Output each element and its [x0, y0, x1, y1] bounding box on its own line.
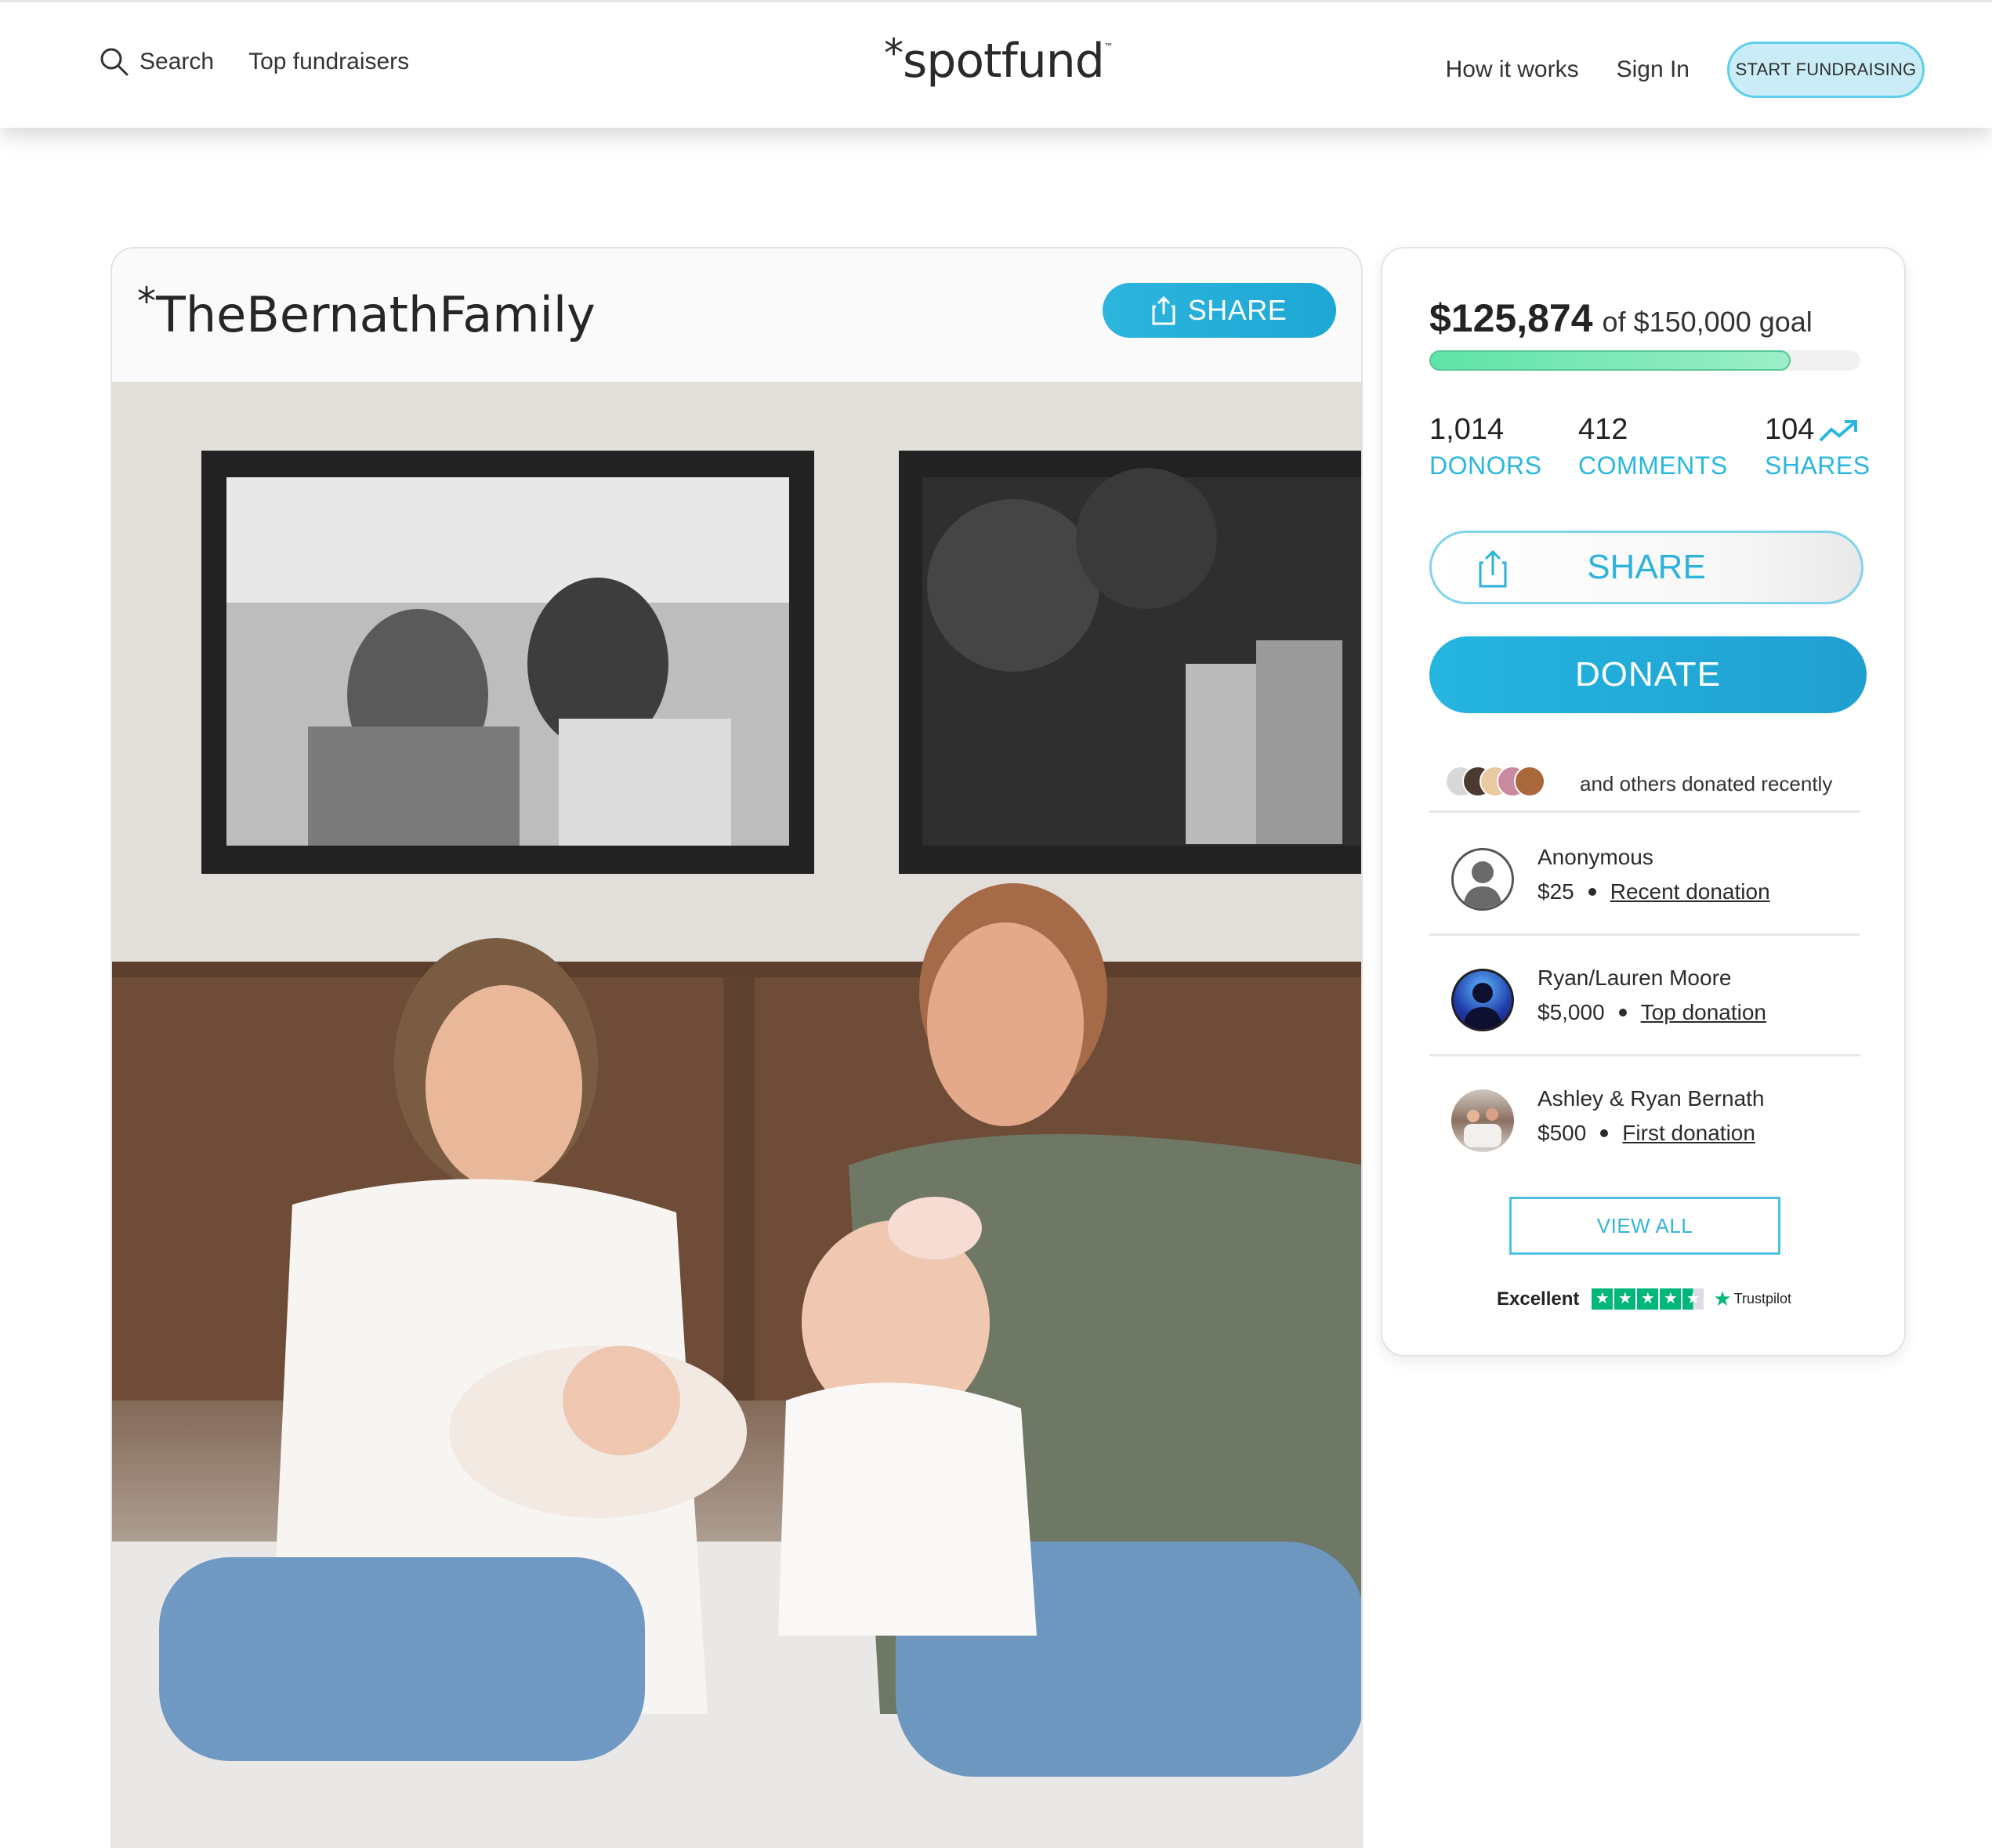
stat-comments[interactable]: 412 COMMENTS	[1578, 413, 1728, 480]
trustpilot-rating-text: Excellent	[1497, 1288, 1580, 1310]
sidebar-share-label: SHARE	[1587, 548, 1706, 586]
donor-name: Anonymous	[1537, 845, 1653, 869]
donors-label: DONORS	[1429, 451, 1542, 480]
star-icon: ★	[1614, 1288, 1636, 1310]
donation-amount: $5,000	[1537, 1000, 1605, 1024]
amount-raised: $125,874 of $150,000 goal	[1429, 295, 1813, 341]
donation-tag-link[interactable]: Recent donation	[1610, 879, 1770, 904]
header-right-nav: How it works Sign In START FUNDRAISING	[1446, 42, 1925, 98]
family-photo-illustration	[112, 382, 1361, 1848]
donation-details: $25 Recent donation	[1537, 879, 1770, 904]
raised-amount: $125,874	[1429, 296, 1593, 340]
star-icon: ★	[1592, 1288, 1614, 1310]
start-fundraising-button[interactable]: START FUNDRAISING	[1727, 42, 1925, 98]
separator-dot	[1588, 888, 1596, 896]
half-star-icon: ★	[1682, 1288, 1704, 1310]
campaign-share-label: SHARE	[1187, 294, 1288, 326]
comments-count: 412	[1578, 413, 1628, 446]
header-left-nav: Search Top fundraisers	[99, 46, 409, 78]
logo-star: *	[884, 31, 904, 76]
logo-trademark: ™	[1103, 42, 1114, 53]
stat-donors[interactable]: 1,014 DONORS	[1429, 413, 1541, 480]
search-link[interactable]: Search	[99, 46, 214, 78]
shares-label: SHARES	[1765, 451, 1871, 480]
donor-name: Ashley & Ryan Bernath	[1537, 1086, 1765, 1111]
goal-text: of $150,000 goal	[1602, 306, 1813, 338]
progress-bar	[1429, 350, 1860, 371]
top-fundraisers-link[interactable]: Top fundraisers	[248, 49, 409, 75]
recent-donors-text: and others donated recently	[1580, 772, 1833, 795]
separator-dot	[1600, 1129, 1609, 1137]
trustpilot-star-icon: ★	[1713, 1287, 1732, 1310]
donation-amount: $25	[1537, 879, 1574, 904]
donation-tag-link[interactable]: Top donation	[1641, 1000, 1766, 1025]
campaign-card: *TheBernathFamily SHARE	[110, 247, 1363, 1848]
campaign-share-button[interactable]: SHARE	[1103, 283, 1336, 338]
silhouette-avatar	[1451, 969, 1514, 1031]
site-header: Search Top fundraisers *spotfund™ How it…	[0, 0, 1992, 128]
search-icon	[100, 48, 129, 76]
spotfund-logo[interactable]: *spotfund™	[884, 31, 1114, 89]
donor-name: Ryan/Lauren Moore	[1537, 966, 1732, 990]
separator-dot	[1618, 1009, 1627, 1016]
donation-item: Ashley & Ryan Bernath $500 First donatio…	[1429, 1056, 1860, 1177]
logo-text: spotfund	[903, 34, 1105, 89]
family-photo-avatar	[1451, 1089, 1514, 1152]
view-all-button[interactable]: VIEW ALL	[1509, 1197, 1780, 1255]
donation-details: $500 First donation	[1537, 1121, 1755, 1146]
campaign-title-text: TheBernathFamily	[156, 286, 596, 343]
default-avatar	[1451, 848, 1514, 911]
shares-count: 104	[1765, 413, 1815, 446]
title-star: *	[137, 280, 156, 324]
progress-fill	[1429, 350, 1791, 371]
donate-button[interactable]: DONATE	[1429, 636, 1867, 713]
comments-label: COMMENTS	[1578, 451, 1728, 480]
donation-item: Anonymous $25 Recent donation	[1429, 815, 1860, 936]
star-icon: ★	[1637, 1288, 1659, 1310]
recent-donors-row[interactable]: and others donated recently	[1429, 766, 1860, 813]
donation-sidebar: $125,874 of $150,000 goal 1,014 DONORS 4…	[1381, 247, 1906, 1357]
sidebar-share-button[interactable]: SHARE	[1429, 531, 1863, 604]
donation-amount: $500	[1537, 1121, 1587, 1145]
trustpilot-name: Trustpilot	[1733, 1291, 1792, 1306]
donation-tag-link[interactable]: First donation	[1622, 1121, 1755, 1146]
campaign-title: *TheBernathFamily	[137, 280, 596, 343]
search-label: Search	[139, 49, 215, 74]
avatar	[1514, 766, 1545, 797]
stats-row: 1,014 DONORS 412 COMMENTS 104 SHARES	[1429, 413, 1871, 491]
star-icon: ★	[1660, 1288, 1682, 1310]
sign-in-link[interactable]: Sign In	[1617, 56, 1690, 83]
share-icon	[1152, 295, 1175, 325]
trending-up-icon	[1819, 419, 1858, 442]
donors-count: 1,014	[1429, 413, 1505, 446]
share-icon	[1479, 549, 1507, 588]
campaign-family-photo	[112, 382, 1361, 1848]
trustpilot-stars: ★ ★ ★ ★ ★	[1592, 1288, 1705, 1310]
donation-details: $5,000 Top donation	[1537, 1000, 1766, 1025]
recent-donor-avatars	[1445, 766, 1570, 800]
donation-item: Ryan/Lauren Moore $5,000 Top donation	[1429, 936, 1860, 1056]
trustpilot-logo: ★ Trustpilot	[1713, 1287, 1791, 1311]
stat-shares[interactable]: 104 SHARES	[1765, 413, 1871, 480]
how-it-works-link[interactable]: How it works	[1446, 56, 1579, 83]
trustpilot-widget[interactable]: Excellent ★ ★ ★ ★ ★ ★ Trustpilot	[1497, 1287, 1791, 1311]
